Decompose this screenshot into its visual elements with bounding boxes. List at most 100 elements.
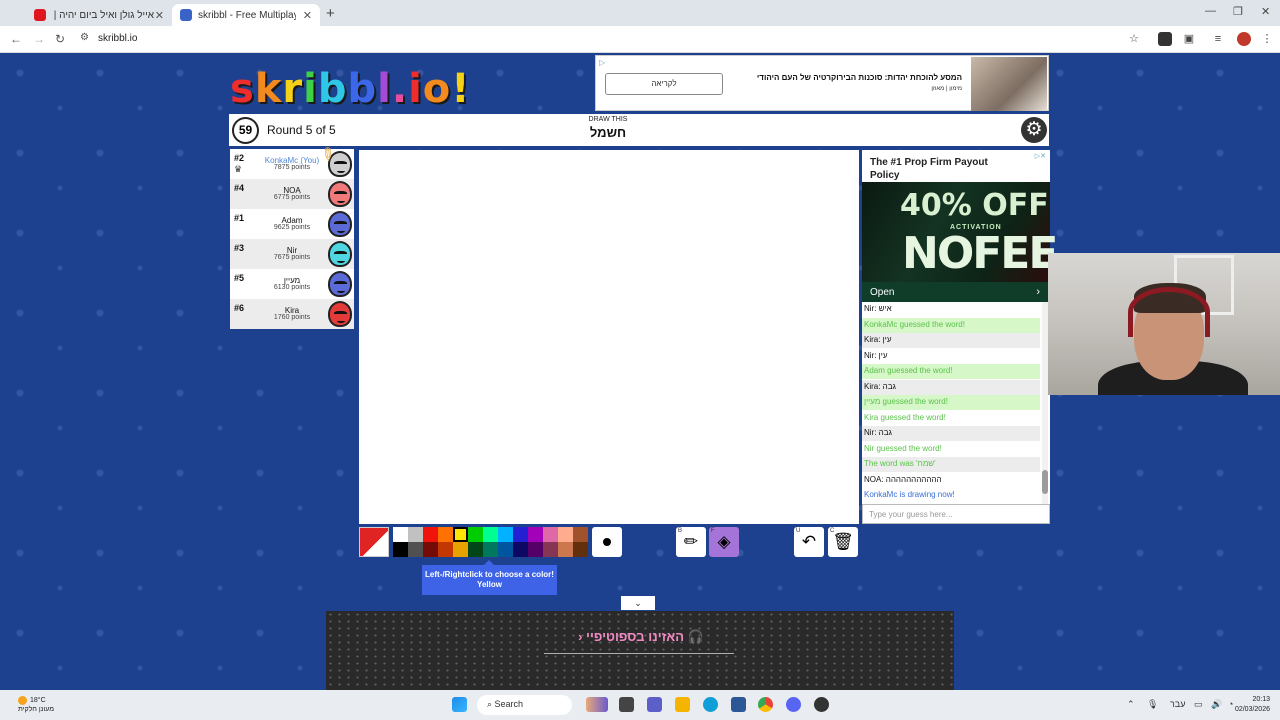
close-window-icon[interactable]: ✕ [1261,5,1270,18]
minimize-icon[interactable]: — [1205,5,1216,17]
copilot-icon[interactable] [586,697,608,712]
back-icon[interactable]: ← [10,32,22,46]
color-swatch[interactable] [438,542,453,557]
maximize-icon[interactable]: ❐ [1233,5,1243,18]
chrome-icon[interactable] [758,697,773,712]
weather-text: מעונן חלקית [18,706,55,713]
color-swatch[interactable] [543,527,558,542]
tab-youtube[interactable]: אייל גולן ואיל ביום יהיה | YouTube ✕ [26,4,172,26]
color-swatch[interactable] [513,527,528,542]
brush-size-button[interactable] [592,527,622,557]
color-swatch[interactable] [483,527,498,542]
url-field[interactable]: skribbl.io [98,33,137,44]
ad-read-more-button[interactable]: לקריאה [605,73,723,95]
color-swatch[interactable] [438,527,453,542]
chat-log: Nir: איש KonkaMc guessed the word! Kira: ע… [862,302,1050,504]
color-swatch[interactable] [453,527,468,542]
tooltip-instruction: Left-/Rightclick to choose a color! [425,570,554,579]
color-swatch[interactable] [573,542,588,557]
color-swatch[interactable] [573,527,588,542]
color-swatch[interactable] [558,542,573,557]
display-icon[interactable]: ▭ [1194,699,1203,710]
sidebar-icon[interactable]: ≡ [1211,32,1225,46]
weather-widget[interactable]: 18°C מעונן חלקית [18,696,54,714]
spotify-ad-banner[interactable]: 🎧 האזינו בספוטיפיי ‹ [326,611,954,690]
guess-input[interactable]: Type your guess here... [862,504,1050,524]
chevron-down-icon[interactable]: ⌄ [621,596,655,610]
color-swatch[interactable] [393,527,408,542]
extension-icon[interactable] [1158,32,1172,46]
close-tab-icon[interactable]: ✕ [303,9,312,22]
fill-bucket-icon: ◈ [717,532,731,551]
store-icon[interactable] [731,697,746,712]
clear-button[interactable]: C 🗑 [828,527,858,557]
discord-icon[interactable] [786,697,801,712]
color-swatch[interactable] [423,542,438,557]
chat-message: Kira guessed the word! [862,410,1040,426]
file-explorer-icon[interactable] [675,697,690,712]
microphone-icon[interactable]: 🎙 [1147,699,1158,710]
chat-message: KonkaMc guessed the word! [862,317,1040,333]
ad-open-button[interactable]: Open › [862,282,1050,302]
forward-icon[interactable]: → [33,32,45,46]
close-tab-icon[interactable]: ✕ [155,9,164,22]
pencil-tool-button[interactable]: B ✏ [676,527,706,557]
language-indicator[interactable]: עבר [1170,699,1185,709]
menu-icon[interactable]: ⋮ [1260,32,1274,46]
tab-skribbl[interactable]: skribbl - Free Multiplayer D ✕ [172,4,320,26]
color-swatch[interactable] [528,527,543,542]
player-avatar [328,271,352,297]
player-row[interactable]: #3 Nir 7675 points [230,239,354,269]
volume-icon[interactable]: 🔊 [1211,699,1222,710]
taskbar-search[interactable]: ⌕ Search [477,695,572,715]
color-swatch[interactable] [498,542,513,557]
windows-start-icon[interactable] [452,697,467,712]
player-row[interactable]: #2 ♛ KonkaMc (You) 7875 points ✎ [230,143,354,179]
color-swatch[interactable] [543,542,558,557]
tray-chevron-icon[interactable]: ⌃ [1127,699,1135,710]
color-swatch[interactable] [498,527,513,542]
color-swatch[interactable] [468,527,483,542]
adchoices-icon[interactable]: ▷ [599,58,605,67]
top-ad-banner[interactable]: ▷ לקריאה המסע להוכחת יהדות: סוכנות הבירו… [595,55,1049,111]
color-swatch[interactable] [483,542,498,557]
extensions-puzzle-icon[interactable]: ▣ [1182,32,1196,46]
profile-avatar-icon[interactable] [1237,32,1251,46]
side-ad-banner[interactable]: The #1 Prop Firm Payout Policy ▷✕ 40% OF… [862,150,1058,302]
color-swatch[interactable] [528,542,543,557]
undo-button[interactable]: U ↶ [794,527,824,557]
site-info-icon[interactable]: ⚙ [80,32,89,43]
reload-icon[interactable]: ↻ [55,32,65,46]
player-row[interactable]: #4 NOA 6775 points [230,179,354,209]
color-swatch[interactable] [513,542,528,557]
color-swatch[interactable] [558,527,573,542]
task-view-icon[interactable] [619,697,634,712]
chat-scroll-thumb[interactable] [1042,470,1048,494]
player-row[interactable]: #6 Kira 1760 points [230,299,354,329]
teams-icon[interactable] [647,697,662,712]
new-tab-icon[interactable]: + [326,5,335,22]
color-swatch[interactable] [408,527,423,542]
fill-tool-button[interactable]: F ◈ [709,527,739,557]
player-avatar [328,181,352,207]
player-row[interactable]: #1 Adam 9625 points [230,209,354,239]
color-swatch[interactable] [393,542,408,557]
edge-icon[interactable] [703,697,718,712]
player-points: 6130 points [273,284,311,291]
ad-close-icon[interactable]: ▷✕ [1035,152,1046,160]
ad-headline: המסע להוכחת יהדות: סוכנות הבירוקרטיה של … [756,73,962,82]
current-color-swatch[interactable] [359,527,389,557]
network-icon[interactable]: ◔ [1228,699,1233,709]
system-clock[interactable]: 20:13 02/03/2026 [1235,695,1270,715]
color-swatch[interactable] [453,542,468,557]
bookmark-star-icon[interactable]: ☆ [1127,32,1141,46]
player-points: 7875 points [273,164,311,171]
color-swatch[interactable] [408,542,423,557]
color-swatch[interactable] [423,527,438,542]
drawing-canvas[interactable] [359,150,859,524]
settings-gear-icon[interactable]: ⚙ [1021,117,1047,143]
player-points: 9625 points [273,224,311,231]
app-icon[interactable] [814,697,829,712]
player-row[interactable]: #5 מעיין 6130 points [230,269,354,299]
color-swatch[interactable] [468,542,483,557]
